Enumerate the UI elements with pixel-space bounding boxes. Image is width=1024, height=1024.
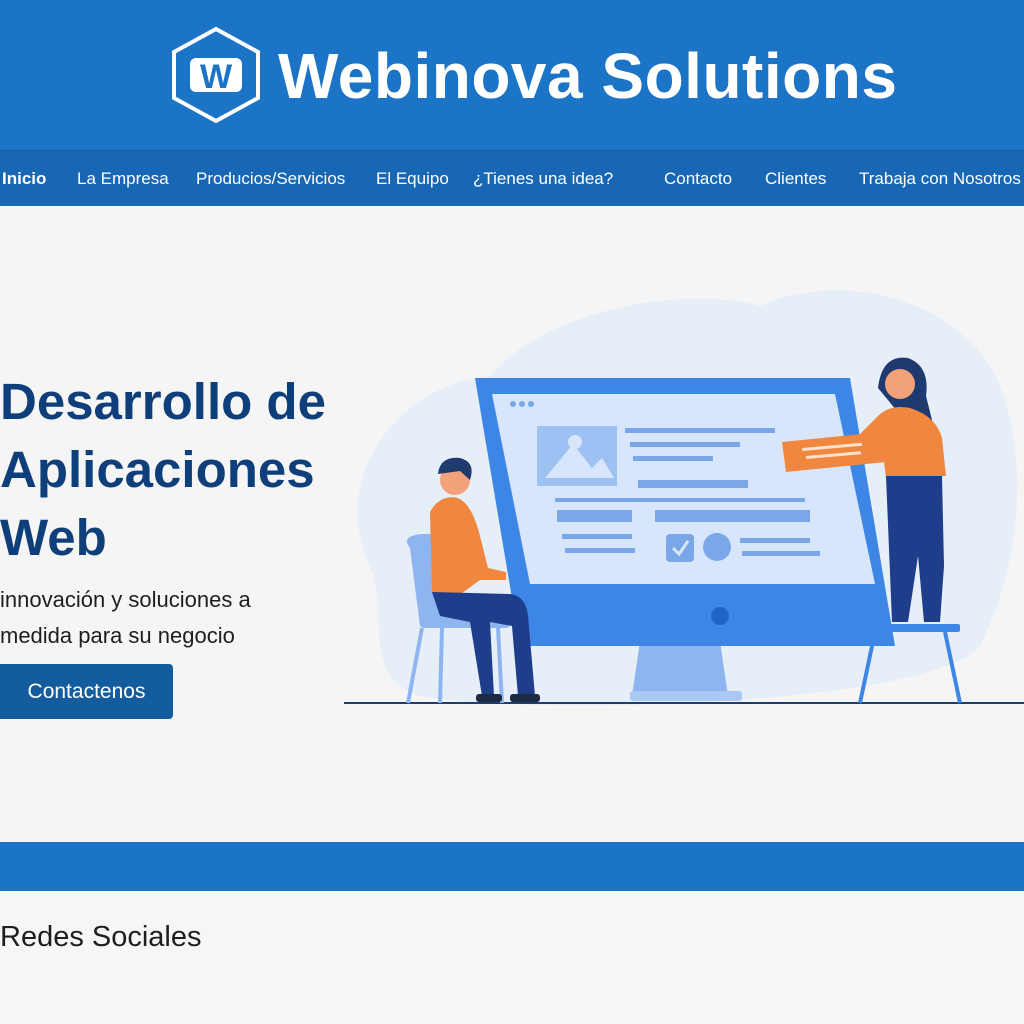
nav-item-contacto[interactable]: Contacto (664, 151, 732, 206)
main-nav: Inicio La Empresa Producios/Servicios El… (0, 150, 1024, 206)
nav-item-inicio[interactable]: Inicio (2, 151, 46, 206)
social-section: Redes Sociales (0, 891, 1024, 1024)
monitor-power-dot (711, 607, 729, 625)
social-title: Redes Sociales (0, 921, 202, 953)
hero-subtitle-line: medida para su negocio (0, 623, 235, 648)
logo-letter: W (200, 58, 233, 96)
nav-item-clientes[interactable]: Clientes (765, 151, 826, 206)
woman-head (885, 369, 915, 399)
screen-check-icon (666, 534, 694, 562)
hero-subtitle: innovación y soluciones a medida para su… (0, 582, 300, 654)
screen-user-icon (703, 533, 731, 561)
contact-button[interactable]: Contactenos (0, 664, 173, 719)
hero-section: Desarrollo de Aplicaciones Web innovació… (0, 206, 1024, 842)
monitor-stand (632, 641, 728, 696)
hero-subtitle-line: innovación y soluciones a (0, 587, 251, 612)
monitor-base (630, 691, 742, 701)
divider-band (0, 842, 1024, 891)
nav-item-la-empresa[interactable]: La Empresa (77, 151, 169, 206)
web-development-illustration (344, 290, 1024, 706)
nav-item-el-equipo[interactable]: El Equipo (376, 151, 449, 206)
hexagon-w-logo-icon[interactable]: W (170, 26, 262, 124)
nav-item-trabaja-con-nosotros[interactable]: Trabaja con Nosotros (859, 151, 1021, 206)
nav-item-tienes-una-idea[interactable]: ¿Tienes una idea? (473, 151, 613, 206)
stool-top (860, 624, 960, 632)
nav-item-productos-servicios[interactable]: Producios/Servicios (196, 151, 345, 206)
brand-name[interactable]: Webinova Solutions (278, 40, 897, 112)
site-header: W Webinova Solutions (0, 0, 1024, 150)
